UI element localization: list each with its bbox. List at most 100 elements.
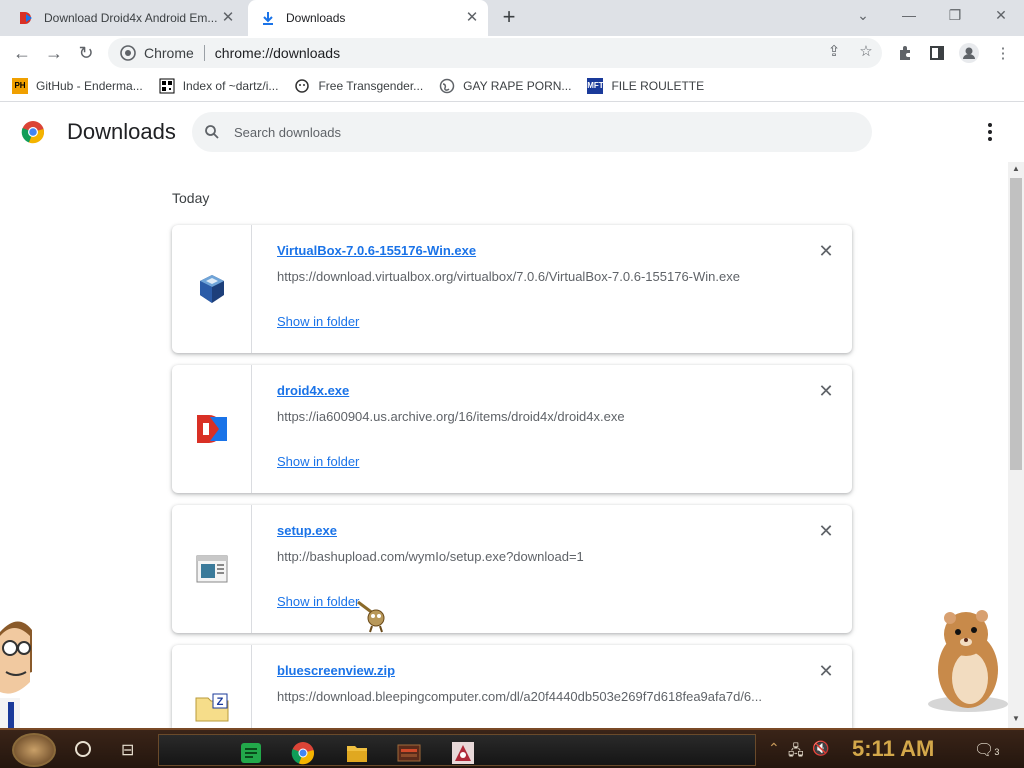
recorder-app-icon[interactable] [397, 741, 421, 765]
file-name-link[interactable]: VirtualBox-7.0.6-155176-Win.exe [277, 243, 476, 258]
menu-icon[interactable]: ⋮ [992, 42, 1014, 64]
volume-muted-icon[interactable]: 🔇 [812, 740, 829, 757]
file-url[interactable]: https://ia600904.us.archive.org/16/items… [277, 409, 625, 424]
tab-search-icon[interactable]: ⌄ [840, 0, 886, 30]
bookmark-label: GAY RAPE PORN... [463, 78, 572, 93]
scroll-down-icon[interactable]: ▼ [1011, 714, 1021, 724]
notes-app-icon[interactable] [239, 741, 263, 765]
address-bar[interactable]: Chrome chrome://downloads [108, 38, 882, 68]
show-in-folder-link[interactable]: Show in folder [277, 454, 359, 469]
back-button[interactable]: ← [8, 39, 36, 67]
tab-close-icon[interactable]: ✕ [220, 10, 236, 26]
bookmark-star-icon[interactable]: ☆ [856, 42, 876, 62]
search-circle-icon[interactable] [75, 741, 91, 757]
side-panel-icon[interactable] [926, 42, 948, 64]
minimize-button[interactable]: — [886, 0, 932, 30]
tab-droid4x[interactable]: Download Droid4x Android Em... ✕ [8, 0, 244, 36]
mask-icon [294, 78, 310, 94]
date-section-label: Today [172, 190, 210, 206]
forward-button[interactable]: → [40, 39, 68, 67]
cartoon-man-sticker-icon [0, 621, 32, 728]
more-actions-icon[interactable] [980, 120, 1000, 144]
zip-icon: Z [195, 693, 228, 722]
search-box[interactable] [192, 112, 872, 152]
droid4x-favicon-icon [20, 12, 32, 24]
chrome-logo-icon [21, 121, 44, 144]
show-in-folder-link[interactable]: Show in folder [277, 314, 359, 329]
notifications-icon[interactable]: 🗨3 [974, 740, 999, 760]
scroll-up-icon[interactable]: ▲ [1011, 164, 1021, 174]
mft-icon: MFT [587, 77, 604, 94]
search-icon [205, 125, 219, 139]
scrollbar-thumb[interactable] [1010, 178, 1022, 470]
cursor-mascot-icon [357, 600, 385, 633]
globe-icon [439, 78, 455, 94]
ph-icon: PH [12, 77, 28, 94]
bookmark-item[interactable]: MFT FILE ROULETTE [587, 77, 705, 94]
file-explorer-icon[interactable] [345, 741, 369, 765]
taskbar-apps [158, 734, 756, 766]
show-in-folder-link[interactable]: Show in folder [277, 594, 359, 609]
bookmark-label: FILE ROULETTE [611, 78, 705, 93]
taskbar: ⊟ ⌃ 🖧 🔇 5:11 AM 🗨3 [0, 728, 1024, 768]
omnibox-divider [203, 45, 205, 61]
file-name-link[interactable]: droid4x.exe [277, 383, 349, 398]
file-name-link[interactable]: setup.exe [277, 523, 337, 538]
bookmark-label: Index of ~dartz/i... [182, 78, 279, 93]
taskbar-clock[interactable]: 5:11 AM [852, 736, 934, 762]
file-url[interactable]: https://download.virtualbox.org/virtualb… [277, 269, 740, 284]
bookmark-item[interactable]: PH GitHub - Enderma... [12, 77, 143, 94]
file-url[interactable]: https://download.bleepingcomputer.com/dl… [277, 689, 762, 704]
file-icon-column: Z [172, 645, 252, 728]
remove-item-icon[interactable]: ✕ [816, 661, 836, 681]
bookmark-label: Free Transgender... [318, 78, 424, 93]
bookmarks-bar: PH GitHub - Enderma... Index of ~dartz/i… [0, 70, 1024, 102]
media-app-icon[interactable] [451, 741, 475, 765]
file-icon-column [172, 505, 252, 633]
tray-chevron-icon[interactable]: ⌃ [768, 740, 780, 757]
tab-downloads[interactable]: Downloads ✕ [248, 0, 488, 36]
droid4x-icon [196, 415, 227, 443]
remove-item-icon[interactable]: ✕ [816, 381, 836, 401]
tab-strip: Download Droid4x Android Em... ✕ Downloa… [0, 0, 1024, 36]
extensions-icon[interactable] [894, 42, 916, 64]
bookmark-label: GitHub - Enderma... [36, 78, 143, 93]
chrome-site-icon [120, 45, 136, 61]
download-favicon-icon [263, 12, 273, 25]
hamster-mascot-icon [928, 610, 1008, 712]
virtualbox-icon [199, 275, 224, 303]
download-item: Z bluescreenview.zip https://download.bl… [172, 645, 852, 728]
download-item: droid4x.exe https://ia600904.us.archive.… [172, 365, 852, 493]
browser-toolbar: ← → ↻ Chrome chrome://downloads ⇪ ☆ ⋮ [0, 36, 1024, 70]
network-icon[interactable]: 🖧 [788, 740, 804, 764]
qr-icon [159, 78, 175, 94]
tab-close-icon[interactable]: ✕ [464, 10, 480, 26]
restore-button[interactable]: ❐ [932, 0, 978, 30]
remove-item-icon[interactable]: ✕ [816, 521, 836, 541]
file-icon-column [172, 225, 252, 353]
site-chip: Chrome [144, 45, 194, 61]
file-name-link[interactable]: bluescreenview.zip [277, 663, 395, 678]
profile-avatar-icon[interactable] [958, 42, 980, 64]
search-input[interactable] [234, 124, 834, 140]
bookmark-item[interactable]: Free Transgender... [294, 78, 423, 94]
download-item: setup.exe http://bashupload.com/wymIo/se… [172, 505, 852, 633]
bookmark-item[interactable]: GAY RAPE PORN... [439, 78, 571, 94]
share-icon[interactable]: ⇪ [824, 42, 844, 62]
close-window-button[interactable]: ✕ [978, 0, 1024, 30]
tab-title: Downloads [286, 11, 346, 25]
bookmark-item[interactable]: Index of ~dartz/i... [159, 78, 279, 94]
remove-item-icon[interactable]: ✕ [816, 241, 836, 261]
new-tab-button[interactable]: + [498, 6, 520, 28]
chrome-taskbar-icon[interactable] [291, 741, 315, 765]
download-item: VirtualBox-7.0.6-155176-Win.exe https://… [172, 225, 852, 353]
start-button[interactable] [12, 733, 56, 767]
task-view-icon[interactable]: ⊟ [121, 740, 134, 760]
file-icon-column [172, 365, 252, 493]
downloads-header: Downloads [0, 102, 1024, 162]
page-title: Downloads [67, 119, 176, 144]
reload-button[interactable]: ↻ [72, 39, 100, 67]
setup-icon [196, 555, 227, 583]
file-url[interactable]: http://bashupload.com/wymIo/setup.exe?do… [277, 549, 584, 564]
tab-title: Download Droid4x Android Em... [44, 11, 218, 25]
